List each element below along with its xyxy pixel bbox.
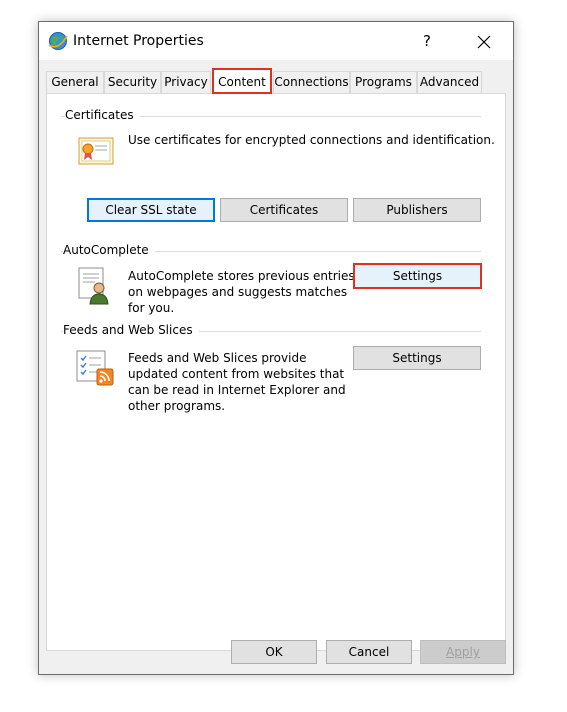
feeds-heading: Feeds and Web Slices	[63, 323, 199, 337]
tab-general[interactable]: General	[46, 71, 104, 93]
cancel-button[interactable]: Cancel	[326, 640, 412, 664]
feeds-description-line3: can be read in Internet Explorer and	[128, 383, 346, 397]
internet-globe-icon	[48, 31, 68, 51]
autocomplete-heading: AutoComplete	[63, 243, 155, 257]
feeds-description-line4: other programs.	[128, 399, 226, 413]
certificates-heading: Certificates	[65, 108, 140, 122]
autocomplete-description-line1: AutoComplete stores previous entries	[128, 269, 355, 283]
autocomplete-settings-button[interactable]: Settings	[353, 263, 482, 289]
autocomplete-user-icon	[77, 266, 113, 306]
tab-privacy[interactable]: Privacy	[161, 71, 211, 93]
tab-content[interactable]: Content	[212, 68, 272, 94]
tab-advanced[interactable]: Advanced	[417, 71, 482, 93]
ok-button[interactable]: OK	[231, 640, 317, 664]
window-title: Internet Properties	[73, 33, 204, 49]
feeds-rss-icon	[75, 349, 117, 387]
tab-connections[interactable]: Connections	[273, 71, 350, 93]
autocomplete-description-line3: for you.	[128, 301, 175, 315]
certificate-icon	[77, 134, 117, 168]
certificates-description: Use certificates for encrypted connectio…	[128, 133, 495, 147]
tab-strip: General Security Privacy Content Connect…	[46, 68, 506, 94]
close-button[interactable]	[461, 22, 507, 60]
feeds-description-line1: Feeds and Web Slices provide	[128, 351, 307, 365]
autocomplete-description-line2: on webpages and suggests matches	[128, 285, 348, 299]
content-tab-panel: Certificates Use certificates for encryp…	[46, 93, 506, 651]
apply-button[interactable]: Apply	[420, 640, 506, 664]
feeds-settings-button[interactable]: Settings	[353, 346, 481, 370]
feeds-description-line2: updated content from websites that	[128, 367, 345, 381]
tab-programs[interactable]: Programs	[350, 71, 417, 93]
help-button[interactable]: ?	[410, 22, 444, 60]
internet-properties-dialog: Internet Properties ? General Security P…	[38, 21, 514, 675]
title-bar: Internet Properties ?	[39, 22, 513, 60]
publishers-button[interactable]: Publishers	[353, 198, 481, 222]
tab-security[interactable]: Security	[104, 71, 161, 93]
clear-ssl-state-button[interactable]: Clear SSL state	[87, 198, 215, 222]
close-icon	[477, 35, 491, 48]
certificates-button[interactable]: Certificates	[220, 198, 348, 222]
